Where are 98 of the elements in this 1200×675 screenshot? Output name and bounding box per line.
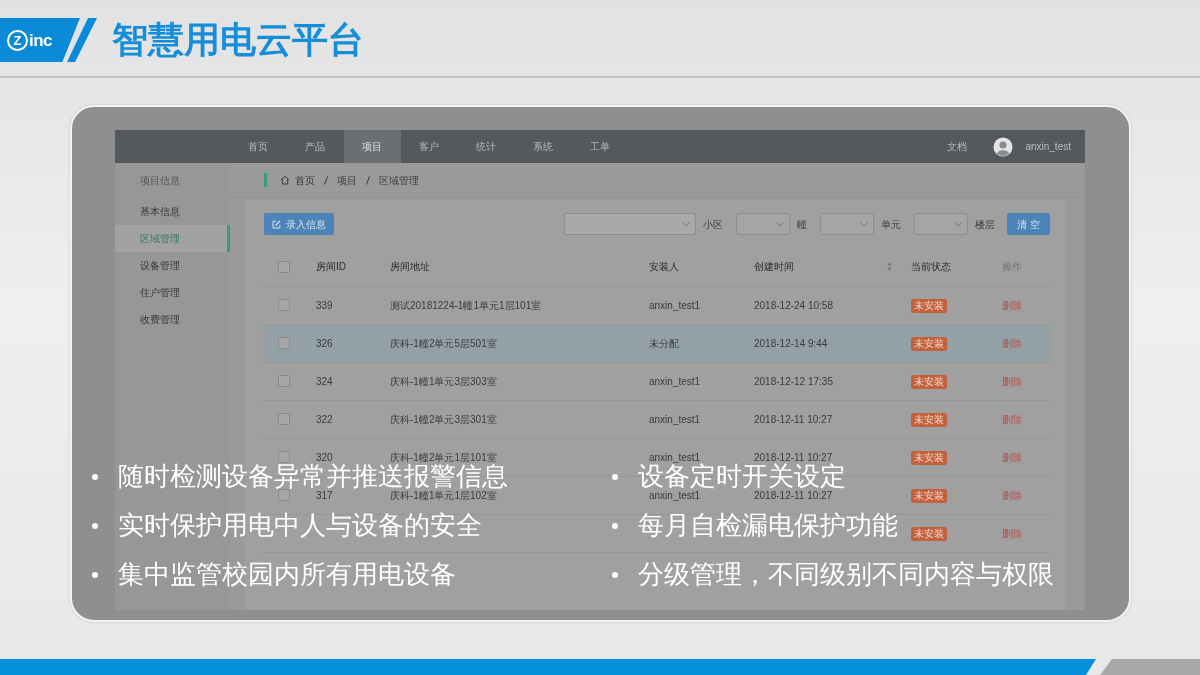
status-badge: 未安装: [911, 526, 947, 541]
breadcrumb-link[interactable]: 首页: [295, 172, 315, 188]
breadcrumb-separator-icon: [324, 175, 328, 185]
nav-tab[interactable]: 产品: [286, 130, 344, 163]
nav-tab[interactable]: 统计: [457, 130, 515, 163]
select-all-checkbox[interactable]: [278, 260, 290, 273]
room-address: 庆科-1幢2单元5层501室: [390, 337, 497, 349]
bullet-text: 分级管理，不同级别不同内容与权限: [638, 560, 1054, 589]
room-address: 庆科-1幢1单元3层303室: [390, 375, 497, 387]
nav-tab[interactable]: 客户: [400, 130, 458, 163]
sidebar-item[interactable]: 区域管理: [115, 225, 230, 252]
room-id: 320: [316, 451, 333, 463]
filter-label: 楼层: [975, 217, 995, 232]
nav-tab[interactable]: 工单: [571, 130, 629, 163]
status-badge: 未安装: [911, 298, 947, 313]
column-header[interactable]: 创建时间: [754, 259, 794, 275]
column-header: 安装人: [649, 261, 679, 273]
row-checkbox[interactable]: [278, 375, 290, 387]
created-time: 2018-12-11 10:27: [754, 489, 833, 501]
sidebar-item[interactable]: 收费管理: [115, 306, 230, 333]
breadcrumb-link[interactable]: 项目: [337, 172, 357, 188]
chevron-down-icon: [954, 221, 962, 227]
created-time: 2018-12-11 10:27: [754, 451, 833, 463]
status-badge: 未安装: [911, 450, 947, 465]
bullet-icon: [612, 473, 618, 480]
column-header: 房间地址: [390, 261, 430, 273]
bullet-icon: [92, 473, 98, 480]
room-address: 庆科-1幢2单元1层101室: [390, 451, 497, 463]
logo-text: inc: [29, 31, 53, 49]
chevron-down-icon: [776, 221, 784, 227]
status-badge: 未安装: [911, 412, 947, 427]
breadcrumb-accent-bar: [264, 173, 267, 187]
status-badge: 未安装: [911, 374, 947, 389]
bullet-icon: [612, 522, 618, 529]
created-time: 2018-12-24 10:58: [754, 299, 833, 311]
nav-tab[interactable]: 系统: [514, 130, 572, 163]
add-info-button[interactable]: 录入信息: [264, 213, 334, 235]
table-row[interactable]: 339 测试20181224-1幢1单元1层101室 anxin_test1 2018-12-24 10:58 未安装 删除: [263, 286, 1050, 324]
room-id: 339: [316, 299, 333, 311]
room-id: 322: [316, 413, 333, 425]
clear-button[interactable]: 清 空: [1007, 213, 1050, 235]
filter-label: 幢: [797, 217, 807, 232]
sidebar-item[interactable]: 设备管理: [115, 252, 230, 279]
bullet-text: 集中监管校园内所有用电设备: [118, 560, 456, 589]
installer-name: anxin_test1: [649, 489, 701, 501]
bullet-icon: [92, 522, 98, 529]
home-icon: [280, 175, 290, 185]
installer-name: 未分配: [649, 337, 679, 349]
filter-label: 单元: [881, 217, 901, 232]
row-checkbox[interactable]: [278, 337, 290, 349]
breadcrumb-separator-icon: [366, 175, 370, 185]
column-header: 房间ID: [316, 261, 346, 273]
table-row[interactable]: 326 庆科-1幢2单元5层501室 未分配 2018-12-14 9:44 未安装 删除: [263, 324, 1050, 362]
nav-tab[interactable]: 项目: [343, 130, 401, 163]
room-id: 317: [316, 489, 333, 501]
created-time: 2018-12-14 9:44: [754, 337, 828, 349]
room-address: 庆科-1幢2单元3层301室: [390, 413, 497, 425]
room-address: 测试20181224-1幢1单元1层101室: [390, 299, 542, 311]
bullet-text: 实时保护用电中人与设备的安全: [118, 511, 482, 540]
installer-name: anxin_test1: [649, 375, 701, 387]
status-badge: 未安装: [911, 488, 947, 503]
edit-icon: [272, 219, 281, 229]
slide-title: 智慧用电云平台: [112, 18, 364, 62]
dropdown-field[interactable]: [820, 213, 874, 235]
sidebar-item[interactable]: 基本信息: [115, 198, 230, 225]
bullet-icon: [612, 571, 618, 578]
row-checkbox[interactable]: [278, 489, 290, 501]
installer-name: anxin_test1: [649, 451, 701, 463]
dropdown-field[interactable]: [736, 213, 790, 235]
sidebar-item[interactable]: 住户管理: [115, 279, 230, 306]
breadcrumb-link[interactable]: 区域管理: [379, 172, 419, 188]
row-checkbox[interactable]: [278, 413, 290, 425]
installer-name: anxin_test1: [649, 413, 701, 425]
bullet-icon: [92, 571, 98, 578]
row-checkbox[interactable]: [278, 451, 290, 463]
room-id: 326: [316, 337, 333, 349]
dropdown-field[interactable]: [564, 213, 696, 235]
room-id: 324: [316, 375, 333, 387]
column-header: 当前状态: [911, 261, 951, 273]
logo-mark: Z: [7, 29, 28, 51]
dropdown-field[interactable]: [914, 213, 968, 235]
installer-name: anxin_test1: [649, 299, 701, 311]
table-row[interactable]: 324 庆科-1幢1单元3层303室 anxin_test1 2018-12-12 17:35 未安装 删除: [263, 362, 1050, 400]
created-time: 2018-12-11 10:27: [754, 413, 833, 425]
room-address: 庆科-1幢1单元1层102室: [390, 489, 497, 501]
docs-link[interactable]: 文档: [947, 139, 968, 154]
created-time: 2018-12-12 17:35: [754, 375, 833, 387]
bullet-text: 每月自检漏电保护功能: [638, 511, 898, 540]
nav-tab[interactable]: 首页: [229, 130, 287, 163]
status-badge: 未安装: [911, 336, 947, 351]
avatar-icon: [993, 136, 1014, 157]
table-row[interactable]: 322 庆科-1幢2单元3层301室 anxin_test1 2018-12-11 10:27 未安装 删除: [263, 400, 1050, 438]
username[interactable]: anxin_test: [1025, 139, 1071, 154]
chevron-down-icon: [860, 221, 868, 227]
sort-icon: [887, 262, 892, 272]
row-checkbox[interactable]: [278, 299, 290, 311]
filter-label: 小区: [703, 217, 723, 232]
chevron-down-icon: [682, 221, 690, 227]
